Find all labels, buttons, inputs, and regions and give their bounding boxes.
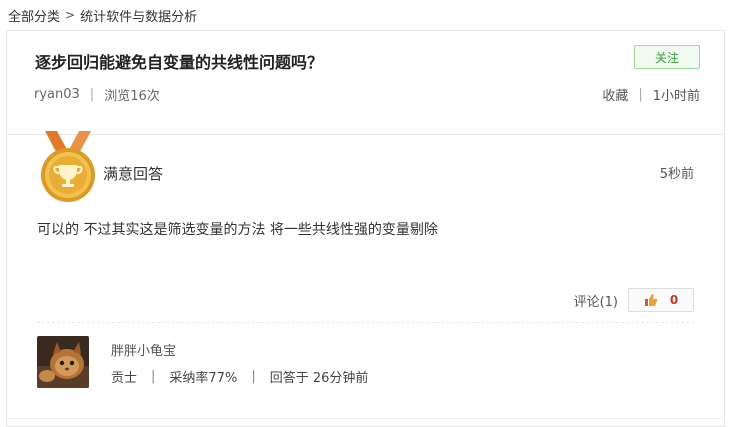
like-button[interactable]: 0 bbox=[628, 288, 694, 312]
stats-divider: | bbox=[251, 369, 256, 384]
answer-time: 5秒前 bbox=[659, 167, 694, 182]
question-author[interactable]: ryan03 bbox=[34, 87, 80, 102]
answer-text: 可以的 不过其实这是筛选变量的方法 将一些共线性强的变量剔除 bbox=[37, 222, 438, 238]
breadcrumb-root-link[interactable]: 全部分类 bbox=[8, 6, 60, 25]
follow-button[interactable]: 关注 bbox=[634, 45, 700, 69]
answerer-name[interactable]: 胖胖小龟宝 bbox=[111, 340, 176, 359]
stats-divider: | bbox=[151, 369, 156, 384]
breadcrumb-separator: > bbox=[65, 8, 76, 22]
avatar[interactable] bbox=[37, 336, 89, 388]
answerer-stats: 贡士 | 采纳率77% | 回答于 26分钟前 bbox=[111, 367, 368, 386]
gold-medal-icon bbox=[41, 131, 95, 202]
answerer-adoption-rate: 采纳率77% bbox=[169, 371, 238, 386]
breadcrumb-current-link[interactable]: 统计软件与数据分析 bbox=[80, 6, 197, 25]
question-views: 浏览16次 bbox=[104, 89, 160, 104]
question-card: 逐步回归能避免自变量的共线性问题吗？ 关注 ryan03 | 浏览16次 收藏 … bbox=[6, 30, 725, 134]
question-title: 逐步回归能避免自变量的共线性问题吗？ bbox=[35, 53, 324, 72]
divider bbox=[37, 322, 694, 323]
thumbs-up-icon bbox=[644, 294, 657, 306]
breadcrumb: 全部分类 > 统计软件与数据分析 bbox=[8, 6, 197, 25]
like-count: 0 bbox=[669, 293, 679, 307]
answer-card: 满意回答 5秒前 可以的 不过其实这是筛选变量的方法 将一些共线性强的变量剔除 … bbox=[6, 131, 725, 427]
answerer-answered-time: 回答于 26分钟前 bbox=[269, 371, 369, 386]
card-bottom-border bbox=[7, 418, 724, 419]
answerer-rank: 贡士 bbox=[111, 371, 138, 386]
collect-link[interactable]: 收藏 bbox=[602, 85, 628, 104]
avatar-image bbox=[37, 336, 89, 388]
question-meta-right: 收藏 | 1小时前 bbox=[602, 85, 700, 104]
best-answer-label: 满意回答 bbox=[103, 165, 164, 183]
comment-link[interactable]: 评论(1) bbox=[574, 291, 618, 310]
question-meta: ryan03 | 浏览16次 bbox=[34, 85, 160, 104]
meta-divider: | bbox=[89, 87, 95, 102]
question-time: 1小时前 bbox=[652, 89, 700, 104]
meta-divider: | bbox=[638, 87, 643, 102]
